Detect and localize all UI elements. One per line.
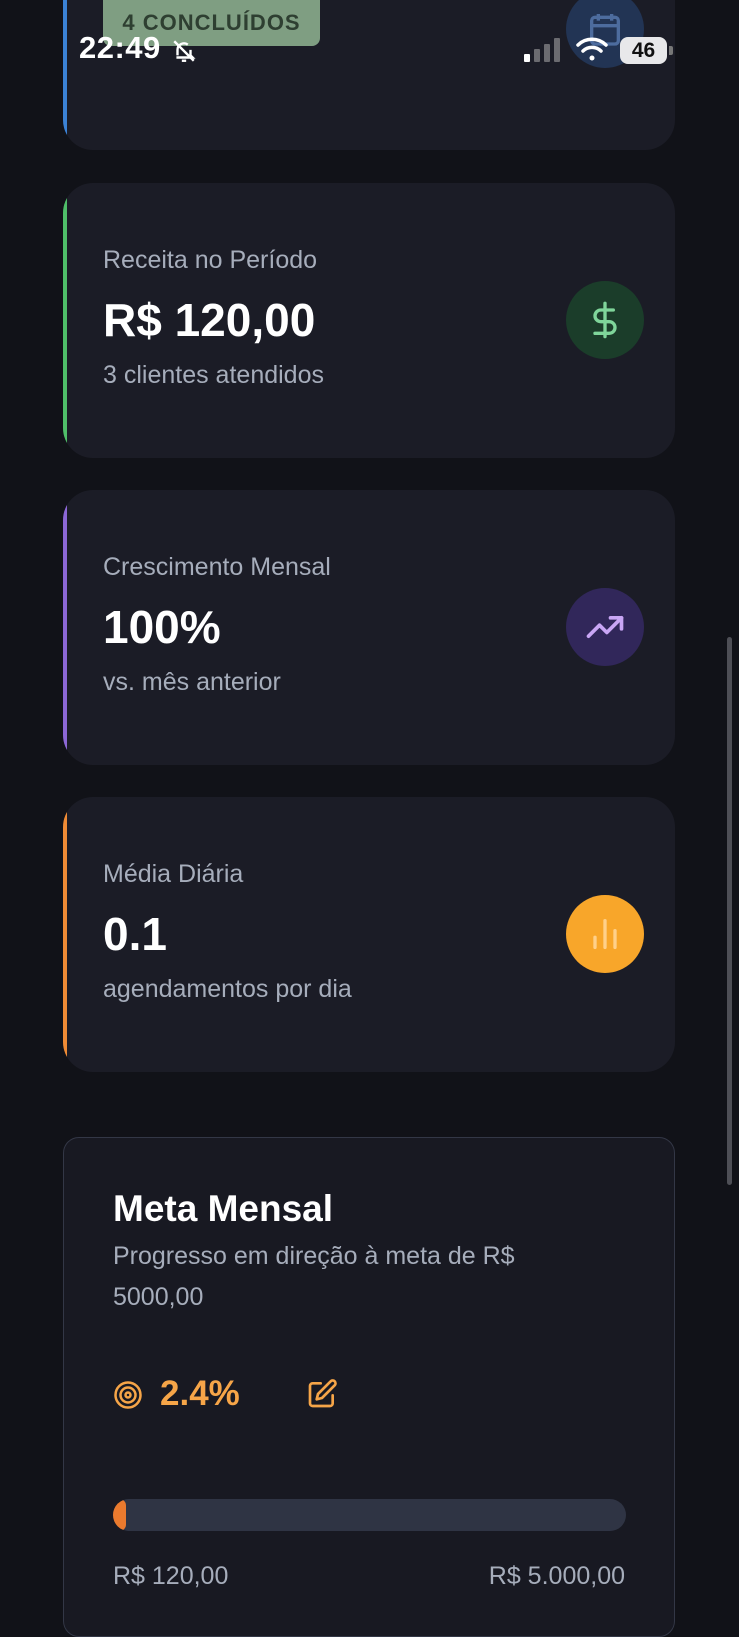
wifi-icon (576, 37, 608, 61)
dollar-icon (593, 301, 617, 339)
mute-bell-icon (173, 40, 196, 62)
daily-average-card: Média Diária 0.1 agendamentos por dia (63, 797, 675, 1072)
card-accent (63, 490, 67, 765)
revenue-card: Receita no Período R$ 120,00 3 clientes … (63, 183, 675, 458)
cellular-signal-icon (524, 38, 560, 62)
card-label: Crescimento Mensal (103, 553, 331, 581)
card-value: 100% (103, 601, 221, 653)
card-label: Média Diária (103, 860, 244, 888)
bar-chart-icon (593, 919, 617, 949)
card-value: R$ 120,00 (103, 294, 316, 346)
growth-card: Crescimento Mensal 100% vs. mês anterior (63, 490, 675, 765)
card-value: 0.1 (103, 908, 167, 960)
goal-description: Progresso em direção à meta de R$ 5000,0… (113, 1242, 515, 1311)
card-subtext: vs. mês anterior (103, 668, 281, 696)
status-time: 22:49 (79, 30, 161, 65)
dollar-icon-circle (566, 281, 644, 359)
goal-progress-fill (113, 1499, 127, 1531)
card-accent (63, 183, 67, 458)
edit-icon[interactable] (306, 1378, 338, 1410)
bar-chart-icon-circle (566, 895, 644, 973)
goal-target-amount: R$ 5.000,00 (488, 1562, 625, 1590)
battery-tip (669, 46, 673, 55)
trending-icon-circle (566, 588, 644, 666)
goal-percent: 2.4% (160, 1374, 240, 1413)
trending-up-icon (586, 616, 624, 638)
battery-indicator: 46 (620, 37, 667, 64)
card-subtext: agendamentos por dia (103, 975, 352, 1003)
goal-progress-bar (113, 1499, 626, 1531)
monthly-goal-card: Meta Mensal Progresso em direção à meta … (63, 1137, 675, 1637)
goal-title: Meta Mensal (113, 1188, 334, 1229)
scrollbar[interactable] (727, 637, 732, 1185)
card-subtext: 3 clientes atendidos (103, 361, 324, 389)
status-bar: 22:49 46 (0, 0, 739, 100)
card-label: Receita no Período (103, 246, 318, 274)
card-accent (63, 797, 67, 1072)
target-icon (114, 1381, 142, 1409)
goal-current-amount: R$ 120,00 (113, 1562, 229, 1590)
